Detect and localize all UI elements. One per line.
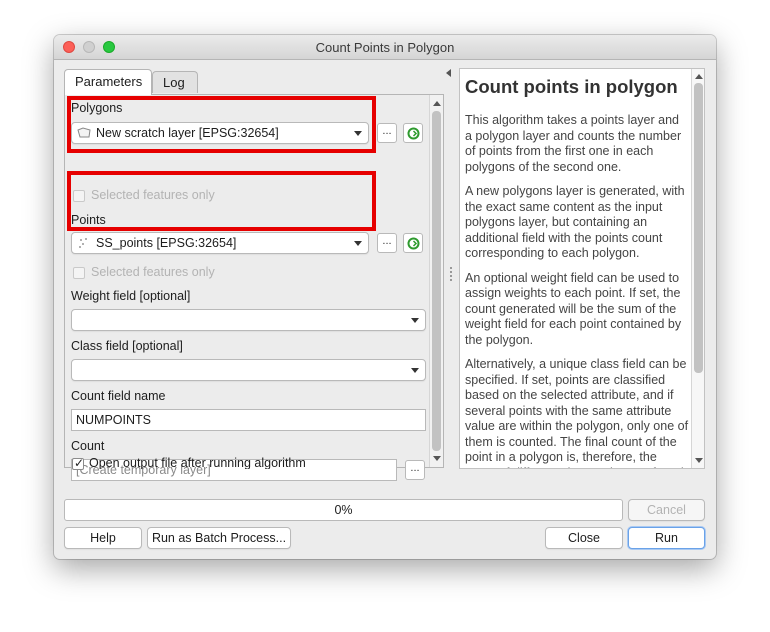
help-panel: Count points in polygon This algorithm t… (459, 68, 705, 469)
count-output-browse-button[interactable]: ... (405, 460, 425, 480)
open-output-checkbox[interactable]: ✓ (72, 458, 84, 470)
help-button[interactable]: Help (64, 527, 142, 549)
collapse-help-arrow-icon[interactable] (446, 69, 451, 77)
point-layer-icon (78, 237, 90, 252)
close-button[interactable]: Close (545, 527, 623, 549)
points-browse-button[interactable]: ... (377, 233, 397, 253)
chevron-down-icon (354, 241, 362, 246)
help-paragraph: Alternatively, a unique class field can … (465, 357, 689, 468)
count-field-name-input[interactable]: NUMPOINTS (71, 409, 426, 431)
iterate-icon (407, 237, 420, 253)
chevron-down-icon (411, 318, 419, 323)
weight-field-combo[interactable] (71, 309, 426, 331)
scroll-thumb[interactable] (432, 111, 441, 451)
class-field-label: Class field [optional] (71, 339, 183, 353)
polygons-iterate-button[interactable] (403, 123, 423, 143)
run-batch-button[interactable]: Run as Batch Process... (147, 527, 291, 549)
count-points-dialog: Count Points in Polygon Parameters Log P… (54, 35, 716, 559)
parameters-scrollbar[interactable] (429, 95, 443, 467)
checkmark-icon: ✓ (74, 458, 84, 470)
points-combo[interactable]: SS_points [EPSG:32654] (71, 232, 369, 254)
scroll-up-icon[interactable] (433, 101, 441, 106)
title-bar: Count Points in Polygon (54, 35, 716, 60)
help-paragraph: A new polygons layer is generated, with … (465, 184, 685, 260)
help-paragraph: An optional weight field can be used to … (465, 270, 682, 347)
points-combo-value: SS_points [EPSG:32654] (96, 236, 237, 250)
panel-splitter-handle[interactable] (450, 267, 452, 281)
help-paragraph: This algorithm takes a points layer and … (465, 113, 682, 174)
iterate-icon (407, 127, 420, 143)
scroll-down-icon[interactable] (695, 458, 703, 463)
polygons-browse-button[interactable]: ... (377, 123, 397, 143)
help-text: This algorithm takes a points layer and … (465, 113, 689, 468)
count-field-name-label: Count field name (71, 389, 166, 403)
weight-field-label: Weight field [optional] (71, 289, 191, 303)
points-iterate-button[interactable] (403, 233, 423, 253)
scroll-up-icon[interactable] (695, 74, 703, 79)
tab-parameters[interactable]: Parameters (64, 69, 152, 95)
help-title: Count points in polygon (465, 76, 678, 97)
progress-bar: 0% (64, 499, 623, 521)
run-button[interactable]: Run (628, 527, 705, 549)
window-title: Count Points in Polygon (315, 40, 455, 55)
scroll-down-icon[interactable] (433, 456, 441, 461)
help-scrollbar[interactable] (691, 69, 704, 468)
class-field-combo[interactable] (71, 359, 426, 381)
open-output-label: Open output file after running algorithm (89, 456, 306, 469)
help-scroll-thumb[interactable] (694, 83, 703, 373)
points-highlight-box (67, 171, 376, 231)
points-selected-only-label: Selected features only (91, 265, 215, 279)
cancel-button[interactable]: Cancel (628, 499, 705, 521)
polygons-highlight-box (67, 96, 376, 153)
progress-text: 0% (334, 503, 353, 517)
tab-log[interactable]: Log (152, 71, 198, 93)
points-selected-only-checkbox[interactable] (73, 267, 85, 279)
count-output-label: Count (71, 439, 105, 453)
chevron-down-icon (411, 368, 419, 373)
